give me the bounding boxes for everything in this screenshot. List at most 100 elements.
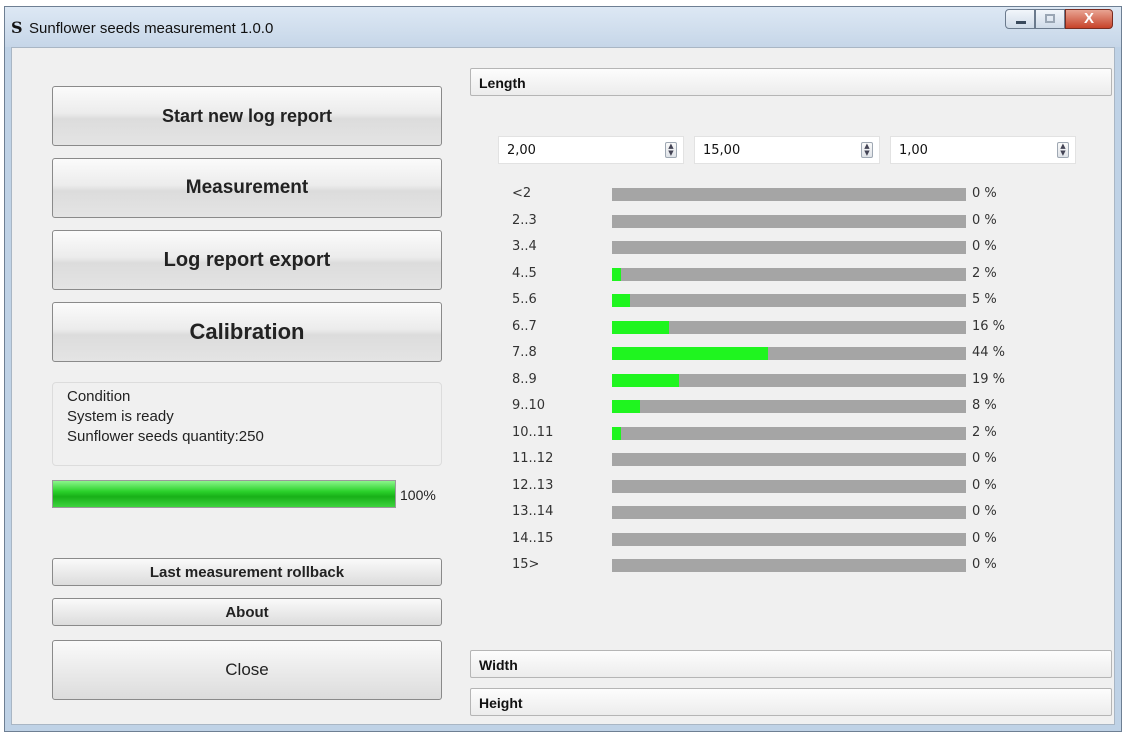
- histogram-row-percent: 0 %: [972, 530, 997, 546]
- log-report-export-button[interactable]: Log report export: [52, 230, 442, 290]
- histogram-bar-track: [612, 400, 966, 413]
- app-icon: S: [11, 18, 23, 37]
- histogram-row-percent: 0 %: [972, 477, 997, 493]
- histogram-bar-track: [612, 453, 966, 466]
- histogram-row-percent: 19 %: [972, 371, 1006, 387]
- histogram-row: 13..14 0 %: [502, 500, 1022, 527]
- histogram-row: 7..8 44 %: [502, 341, 1022, 368]
- histogram-row-label: 7..8: [512, 345, 537, 360]
- height-section-header[interactable]: Height: [470, 688, 1112, 716]
- histogram-row-label: 13..14: [512, 504, 554, 519]
- histogram-row: 4..5 2 %: [502, 262, 1022, 289]
- app-window: S Sunflower seeds measurement 1.0.0 X St…: [4, 6, 1122, 732]
- histogram-row-percent: 44 %: [972, 345, 1006, 360]
- histogram-row: 11..12 0 %: [502, 447, 1022, 474]
- close-window-button[interactable]: X: [1065, 9, 1113, 29]
- histogram-row: 14..15 0 %: [502, 527, 1022, 554]
- histogram-row-label: 3..4: [512, 239, 537, 254]
- histogram-row-label: 11..12: [512, 451, 554, 466]
- histogram-bar-fill: [612, 373, 680, 387]
- histogram-row-label: 14..15: [512, 530, 554, 546]
- close-button[interactable]: Close: [52, 640, 442, 700]
- histogram-bar-track: [612, 294, 966, 307]
- histogram-row: 12..13 0 %: [502, 474, 1022, 501]
- window-title: Sunflower seeds measurement 1.0.0: [29, 20, 274, 37]
- maximize-button[interactable]: [1035, 9, 1065, 29]
- status-ready-text: System is ready: [67, 408, 174, 425]
- histogram-row: 15> 0 %: [502, 553, 1022, 580]
- histogram-row: 9..10 8 %: [502, 394, 1022, 421]
- histogram-bar-track: [612, 373, 966, 387]
- max-length-value: 15,00: [703, 143, 741, 158]
- histogram-row-percent: 0 %: [972, 504, 997, 519]
- max-length-spinbox[interactable]: 15,00 ▲ ▼: [694, 136, 880, 164]
- histogram-row-percent: 16 %: [972, 318, 1006, 334]
- histogram-row: 3..4 0 %: [502, 235, 1022, 262]
- histogram-bar-track: [612, 347, 966, 360]
- histogram-row-percent: 0 %: [972, 239, 997, 254]
- width-section-header[interactable]: Width: [470, 650, 1112, 678]
- histogram-bar-track: [612, 241, 966, 254]
- about-button[interactable]: About: [52, 598, 442, 626]
- histogram-bar-fill: [612, 320, 669, 334]
- measurement-button[interactable]: Measurement: [52, 158, 442, 218]
- histogram-row-percent: 5 %: [972, 292, 997, 307]
- min-length-spinbox[interactable]: 2,00 ▲ ▼: [498, 136, 684, 164]
- client-area: Start new log report Measurement Log rep…: [11, 47, 1115, 725]
- histogram-row: 5..6 5 %: [502, 288, 1022, 315]
- length-section-header[interactable]: Length: [470, 68, 1112, 96]
- histogram-bar-track: [612, 479, 966, 493]
- spin-arrows-icon[interactable]: ▲ ▼: [665, 142, 677, 158]
- histogram-row-label: 15>: [512, 557, 540, 572]
- histogram-bar-track: [612, 506, 966, 519]
- min-length-value: 2,00: [507, 143, 536, 158]
- calibration-button[interactable]: Calibration: [52, 302, 442, 362]
- minimize-button[interactable]: [1005, 9, 1035, 29]
- length-histogram: <2 0 % 2..3 0 % 3..4 0 % 4..5 2 % 5..6 5 % 6..7 16 …: [502, 182, 1022, 580]
- start-new-log-report-button[interactable]: Start new log report: [52, 86, 442, 146]
- histogram-row-percent: 0 %: [972, 557, 997, 572]
- histogram-row: 2..3 0 %: [502, 209, 1022, 236]
- histogram-row-label: 6..7: [512, 318, 537, 334]
- step-length-spinbox[interactable]: 1,00 ▲ ▼: [890, 136, 1076, 164]
- histogram-row: <2 0 %: [502, 182, 1022, 209]
- histogram-row-percent: 2 %: [972, 265, 997, 281]
- histogram-bar-fill: [612, 294, 630, 307]
- histogram-row: 6..7 16 %: [502, 315, 1022, 342]
- progress-bar: [52, 480, 396, 508]
- histogram-row-label: 12..13: [512, 477, 554, 493]
- histogram-row-label: 4..5: [512, 265, 537, 281]
- maximize-icon: [1045, 14, 1055, 23]
- histogram-row-percent: 0 %: [972, 186, 997, 201]
- histogram-bar-track: [612, 559, 966, 572]
- histogram-row-label: 5..6: [512, 292, 537, 307]
- histogram-bar-fill: [612, 347, 768, 360]
- histogram-row-percent: 0 %: [972, 451, 997, 466]
- spin-arrows-icon[interactable]: ▲ ▼: [1057, 142, 1069, 158]
- minimize-icon: [1016, 21, 1026, 24]
- histogram-bar-track: [612, 188, 966, 201]
- histogram-bar-track: [612, 320, 966, 334]
- progress-percent: 100%: [400, 487, 436, 503]
- histogram-row-percent: 2 %: [972, 424, 997, 440]
- progress-fill: [53, 481, 395, 507]
- histogram-row-label: 9..10: [512, 398, 546, 413]
- last-measurement-rollback-button[interactable]: Last measurement rollback: [52, 558, 442, 586]
- histogram-bar-fill: [612, 400, 641, 413]
- status-heading: Condition: [67, 388, 131, 405]
- histogram-bar-fill: [612, 267, 621, 281]
- title-bar[interactable]: S Sunflower seeds measurement 1.0.0 X: [5, 7, 1121, 47]
- status-panel: Condition System is ready Sunflower seed…: [52, 382, 442, 466]
- histogram-bar-track: [612, 532, 966, 546]
- histogram-bar-track: [612, 426, 966, 440]
- histogram-row: 10..11 2 %: [502, 421, 1022, 448]
- histogram-row: 8..9 19 %: [502, 368, 1022, 395]
- histogram-row-percent: 8 %: [972, 398, 997, 413]
- histogram-bar-track: [612, 267, 966, 281]
- window-controls: X: [1005, 9, 1113, 29]
- spin-arrows-icon[interactable]: ▲ ▼: [861, 142, 873, 158]
- close-icon: X: [1083, 10, 1094, 27]
- histogram-row-label: 2..3: [512, 212, 537, 228]
- histogram-row-percent: 0 %: [972, 212, 997, 228]
- histogram-bar-track: [612, 214, 966, 228]
